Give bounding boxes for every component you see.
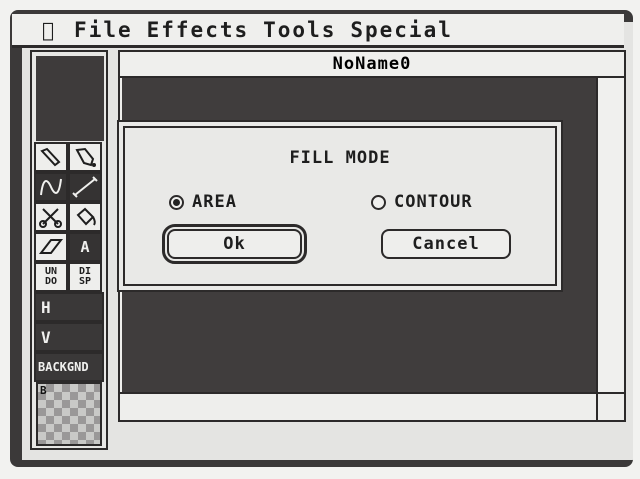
resize-corner[interactable]	[596, 394, 624, 420]
menu-effects[interactable]: Effects	[147, 18, 250, 42]
contour-radio-label: CONTOUR	[394, 192, 473, 212]
horizontal-scrollbar[interactable]	[120, 392, 624, 420]
background-label: BACKGND	[38, 360, 89, 374]
line-icon	[72, 176, 98, 198]
menu-file[interactable]: File	[74, 18, 133, 42]
vertical-scrollbar[interactable]	[596, 78, 622, 392]
dialog-title: FILL MODE	[289, 148, 391, 168]
text-tool-label: A	[80, 238, 90, 256]
menu-special[interactable]: Special	[350, 18, 453, 42]
menu-tools[interactable]: Tools	[263, 18, 336, 42]
undo-button[interactable]: UN DO	[34, 262, 68, 292]
eraser-tool[interactable]	[34, 232, 68, 262]
brush-icon	[75, 147, 96, 167]
pattern-palette[interactable]: B	[36, 382, 102, 446]
scissors-icon	[39, 208, 62, 228]
flip-vertical-button[interactable]: V	[34, 322, 104, 352]
flip-horizontal-label: H	[41, 297, 51, 317]
display-button[interactable]: DI SP	[68, 262, 102, 292]
ok-button[interactable]: Ok	[162, 224, 307, 264]
apple-icon[interactable]: ︎	[42, 18, 56, 42]
text-tool[interactable]: A	[68, 232, 102, 262]
ok-button-label: Ok	[223, 234, 246, 254]
cancel-button[interactable]: Cancel	[381, 229, 511, 259]
document-title[interactable]: NoName0	[120, 52, 624, 78]
paint-bucket-tool[interactable]	[68, 202, 102, 232]
flip-horizontal-button[interactable]: H	[34, 292, 104, 322]
pencil-tool[interactable]	[34, 142, 68, 172]
brush-tool[interactable]	[68, 142, 102, 172]
eraser-icon	[38, 239, 64, 254]
tool-palette: A UN DO DI SP H V BACKGND B	[30, 50, 108, 450]
contour-radio[interactable]: CONTOUR	[371, 192, 473, 212]
paint-bucket-icon	[76, 207, 96, 226]
area-radio[interactable]: AREA	[169, 192, 237, 212]
curve-icon	[40, 178, 62, 196]
radio-unselected-icon	[371, 194, 386, 210]
line-tool[interactable]	[68, 172, 102, 202]
background-button[interactable]: BACKGND	[34, 352, 104, 382]
undo-label-line2: DO	[44, 276, 58, 287]
current-color-swatch[interactable]	[36, 56, 104, 141]
curve-tool[interactable]	[34, 172, 68, 202]
scissors-tool[interactable]	[34, 202, 68, 232]
menubar: ︎ File Effects Tools Special	[12, 14, 624, 48]
pencil-icon	[40, 147, 61, 167]
fill-mode-dialog: FILL MODE AREA CONTOUR Ok Cancel	[117, 120, 563, 292]
display-label-line2: SP	[78, 276, 92, 287]
radio-selected-icon	[169, 194, 184, 210]
area-radio-label: AREA	[192, 192, 237, 212]
flip-vertical-label: V	[41, 327, 51, 347]
cancel-button-label: Cancel	[412, 234, 480, 254]
pattern-label: B	[40, 384, 47, 397]
